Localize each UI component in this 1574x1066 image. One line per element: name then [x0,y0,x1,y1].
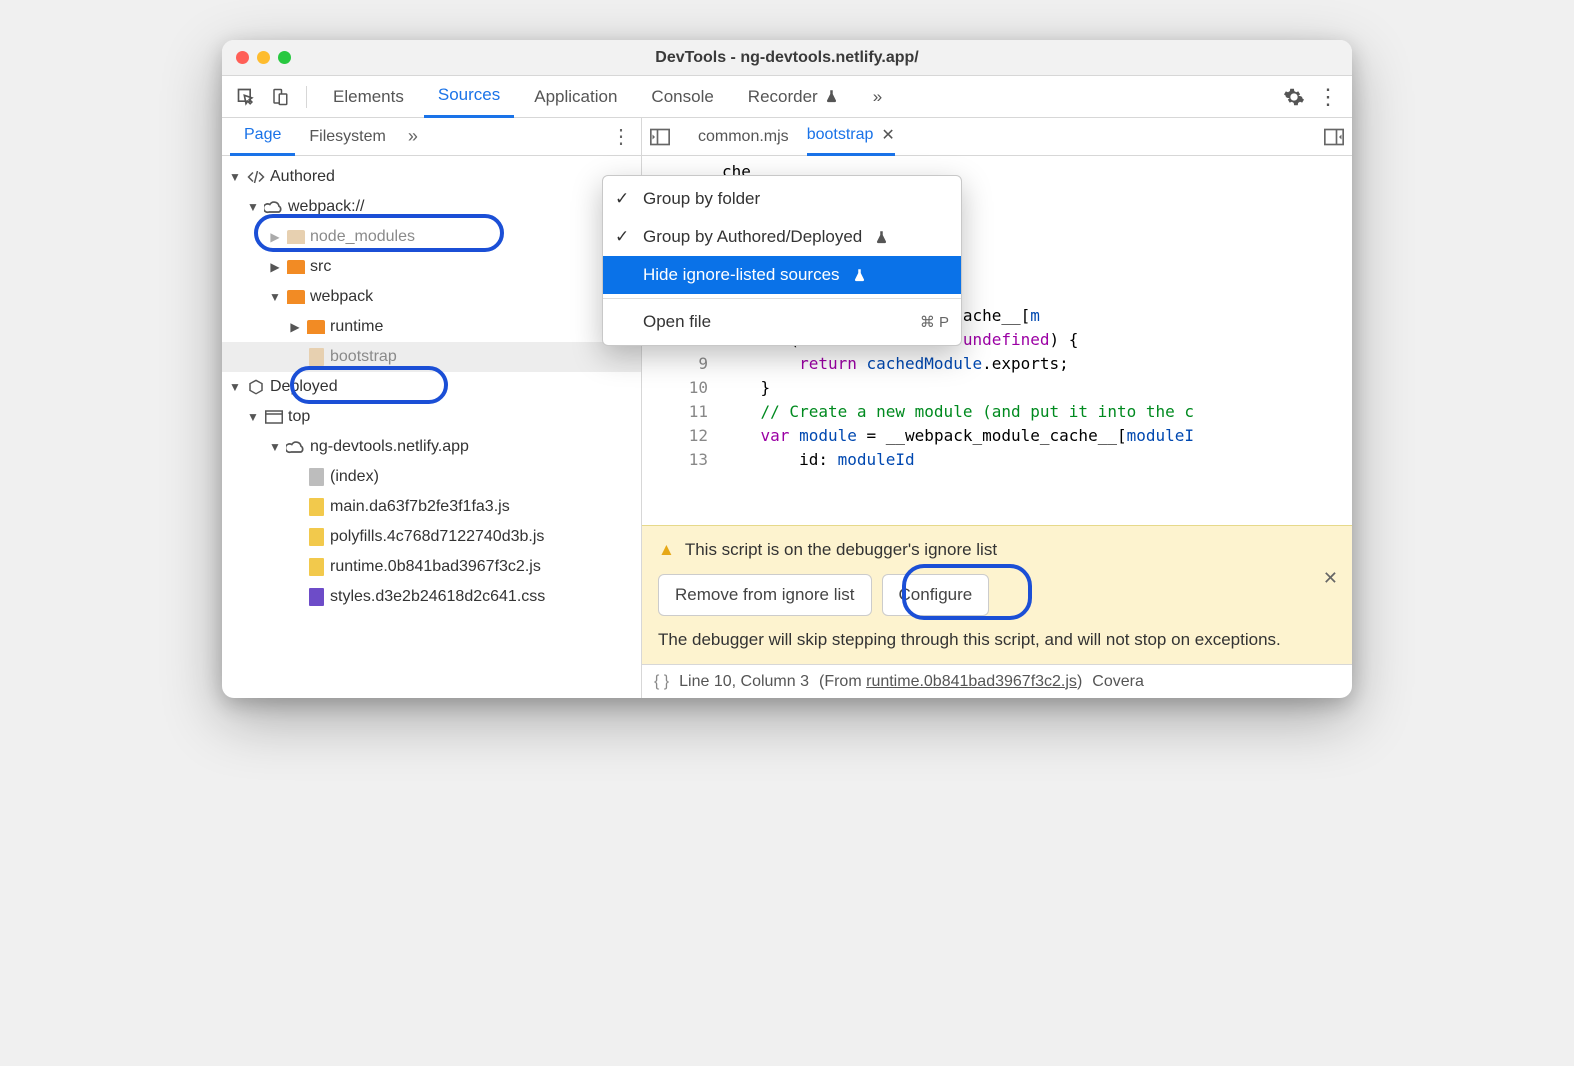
menu-group-by-authored[interactable]: ✓Group by Authored/Deployed [603,218,961,256]
file-icon [309,558,324,576]
close-banner-icon[interactable]: ✕ [1323,568,1338,589]
folder-icon [287,290,305,304]
tab-application[interactable]: Application [520,76,631,118]
pretty-print-icon[interactable]: { } [654,673,669,691]
file-tree: ▼ Authored ▼ webpack:// ▶ node_modules ▶ [222,156,641,618]
sidetab-page[interactable]: Page [230,118,295,156]
titlebar: DevTools - ng-devtools.netlify.app/ [222,40,1352,76]
file-main-js[interactable]: main.da63f7b2fe3f1fa3.js [222,492,641,522]
traffic-lights [236,51,291,64]
file-icon [309,498,324,516]
menu-open-file[interactable]: Open file ⌘ P [603,303,961,341]
kebab-icon[interactable]: ⋮ [1314,83,1342,111]
remove-from-ignore-button[interactable]: Remove from ignore list [658,574,872,616]
file-icon [309,468,324,486]
index-file[interactable]: (index) [222,462,641,492]
editor-statusbar: { } Line 10, Column 3 (From runtime.0b84… [642,664,1352,698]
node-modules-folder[interactable]: ▶ node_modules [222,222,641,252]
frame-icon [264,410,284,424]
navigator-menu-icon[interactable]: ⋮ [611,124,631,149]
tab-console[interactable]: Console [637,76,727,118]
tab-elements[interactable]: Elements [319,76,418,118]
navigator-context-menu: ✓Group by folder ✓Group by Authored/Depl… [602,175,962,346]
maximize-window-button[interactable] [278,51,291,64]
menu-group-by-folder[interactable]: ✓Group by folder [603,180,961,218]
src-folder[interactable]: ▶ src [222,252,641,282]
runtime-folder[interactable]: ▶ runtime [222,312,641,342]
banner-message: This script is on the debugger's ignore … [685,540,997,559]
tab-sources[interactable]: Sources [424,76,514,118]
sources-sidebar: Page Filesystem » ⋮ ▼ Authored ▼ webpack… [222,118,642,698]
top-frame[interactable]: ▼ top [222,402,641,432]
flask-icon [874,230,889,245]
flask-icon [824,89,839,104]
webpack-origin[interactable]: ▼ webpack:// [222,192,641,222]
cloud-icon [264,200,284,214]
settings-icon[interactable] [1280,83,1308,111]
navigator-tabs: Page Filesystem » ⋮ [222,118,641,156]
warning-icon: ▲ [658,540,675,559]
banner-description: The debugger will skip stepping through … [658,630,1336,650]
cursor-position: Line 10, Column 3 [679,673,809,691]
main-tabstrip: Elements Sources Application Console Rec… [222,76,1352,118]
tabs-overflow[interactable]: » [859,76,896,118]
authored-group[interactable]: ▼ Authored [222,162,641,192]
file-icon [309,528,324,546]
configure-button[interactable]: Configure [882,574,990,616]
editor-tabs: common.mjs bootstrap ✕ [642,118,1352,156]
close-tab-icon[interactable]: ✕ [881,125,894,145]
sidetab-filesystem[interactable]: Filesystem [295,118,399,156]
folder-icon [287,260,305,274]
folder-icon [307,320,325,334]
file-styles-css[interactable]: styles.d3e2b24618d2c641.css [222,582,641,612]
sidetabs-overflow[interactable]: » [408,126,418,147]
debugger-toggle-icon[interactable] [1324,128,1344,146]
navigator-toggle-icon[interactable] [650,128,670,146]
flask-icon [852,268,867,283]
ignore-list-banner: ▲ This script is on the debugger's ignore… [642,525,1352,664]
deployed-icon [246,378,266,396]
file-polyfills-js[interactable]: polyfills.4c768d7122740d3b.js [222,522,641,552]
cloud-icon [286,440,306,454]
file-icon [309,588,324,606]
devtools-window: DevTools - ng-devtools.netlify.app/ Elem… [222,40,1352,698]
close-window-button[interactable] [236,51,249,64]
window-title: DevTools - ng-devtools.netlify.app/ [234,49,1340,67]
device-toolbar-icon[interactable] [266,83,294,111]
bootstrap-file[interactable]: bootstrap [222,342,641,372]
file-icon [309,348,324,366]
webpack-folder[interactable]: ▼ webpack [222,282,641,312]
tab-recorder[interactable]: Recorder [734,76,853,118]
inspect-icon[interactable] [232,83,260,111]
folder-icon [287,230,305,244]
filetab-bootstrap[interactable]: bootstrap ✕ [807,118,895,156]
source-map-info: (From runtime.0b841bad3967f3c2.js) [819,673,1082,691]
menu-hide-ignore-listed[interactable]: Hide ignore-listed sources [603,256,961,294]
coverage-label: Covera [1092,673,1144,691]
filetab-common[interactable]: common.mjs [698,118,789,156]
code-icon [246,168,266,186]
deployed-group[interactable]: ▼ Deployed [222,372,641,402]
minimize-window-button[interactable] [257,51,270,64]
host-origin[interactable]: ▼ ng-devtools.netlify.app [222,432,641,462]
file-runtime-js[interactable]: runtime.0b841bad3967f3c2.js [222,552,641,582]
